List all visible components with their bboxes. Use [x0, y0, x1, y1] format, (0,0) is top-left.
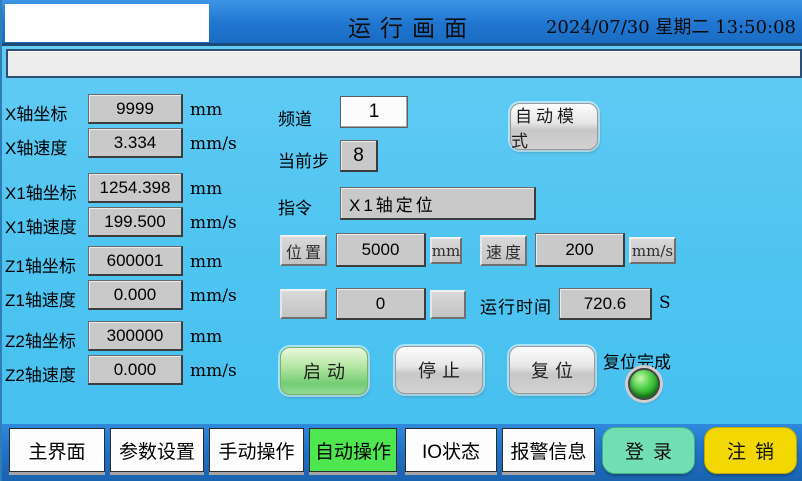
axis-label: Z2轴速度: [5, 361, 76, 386]
nav-io-status[interactable]: IO状态: [405, 428, 497, 472]
axis-label: Z2轴坐标: [5, 327, 76, 352]
axis-value-display: 3.334: [88, 128, 183, 158]
axis-label: X1轴速度: [5, 213, 77, 238]
axis-unit: mm/s: [190, 213, 237, 233]
axis-unit: mm: [190, 327, 222, 347]
datetime-display: 2024/07/30 星期二 13:50:08: [546, 13, 796, 39]
page-title: 运行画面: [332, 9, 492, 43]
axis-value-display: 300000: [88, 321, 183, 351]
axis-label: X1轴坐标: [5, 179, 77, 204]
axis-unit: mm/s: [190, 361, 237, 381]
current-step-label: 当前步: [278, 147, 329, 172]
speed-unit-plate: mm/s: [629, 237, 676, 264]
speed-label-plate: 速度: [480, 235, 527, 266]
logout-button[interactable]: 注销: [704, 427, 797, 474]
reset-done-led: [628, 368, 660, 400]
axis-label: X轴速度: [5, 134, 67, 159]
runtime-value-display: 720.6: [559, 288, 652, 320]
axis-unit: mm: [190, 252, 222, 272]
aux-plate-right: [430, 290, 466, 319]
axis-label: Z1轴速度: [5, 286, 76, 311]
axis-unit: mm: [190, 179, 222, 199]
axis-value-display: 0.000: [88, 355, 183, 385]
channel-input[interactable]: 1: [340, 96, 408, 128]
reset-button[interactable]: 复位: [509, 346, 595, 394]
axis-unit: mm/s: [190, 134, 237, 154]
aux-plate-left: [280, 289, 327, 319]
nav-main-screen[interactable]: 主界面: [9, 428, 105, 472]
axis-label: X轴坐标: [5, 100, 67, 125]
hmi-run-screen: 运行画面 2024/07/30 星期二 13:50:08 X轴坐标 9999 m…: [0, 0, 802, 481]
speed-value-display: 200: [535, 233, 625, 267]
header-bar: 运行画面 2024/07/30 星期二 13:50:08: [2, 0, 802, 46]
login-button[interactable]: 登录: [602, 427, 695, 474]
position-value-display: 5000: [336, 233, 426, 267]
command-display: X1轴定位: [340, 187, 536, 220]
runtime-label: 运行时间: [480, 293, 552, 318]
message-bar: [6, 49, 802, 78]
position-unit-plate: mm: [430, 237, 462, 264]
nav-manual-op[interactable]: 手动操作: [209, 428, 304, 472]
runtime-unit: S: [659, 293, 671, 313]
start-button[interactable]: 启动: [280, 347, 368, 395]
position-label-plate: 位置: [280, 235, 327, 266]
bottom-nav-bar: 主界面 参数设置 手动操作 自动操作 IO状态 报警信息 登录 注销: [2, 424, 802, 481]
axis-value-display: 600001: [88, 246, 183, 276]
command-label: 指令: [278, 194, 312, 219]
axis-unit: mm: [190, 100, 222, 120]
aux-value-display: 0: [336, 288, 426, 320]
stop-button[interactable]: 停止: [395, 346, 483, 394]
nav-param-setting[interactable]: 参数设置: [110, 428, 204, 472]
current-step-display: 8: [340, 140, 378, 172]
channel-label: 频道: [278, 105, 312, 130]
axis-value-display: 199.500: [88, 207, 183, 237]
logo-placeholder: [5, 4, 209, 42]
axis-value-display: 0.000: [88, 280, 183, 310]
axis-value-display: 1254.398: [88, 173, 183, 203]
nav-alarm-info[interactable]: 报警信息: [502, 428, 595, 472]
axis-unit: mm/s: [190, 286, 237, 306]
auto-mode-button[interactable]: 自动模式: [510, 103, 598, 150]
nav-auto-op[interactable]: 自动操作: [309, 428, 397, 472]
axis-label: Z1轴坐标: [5, 252, 76, 277]
axis-value-display: 9999: [88, 94, 183, 124]
